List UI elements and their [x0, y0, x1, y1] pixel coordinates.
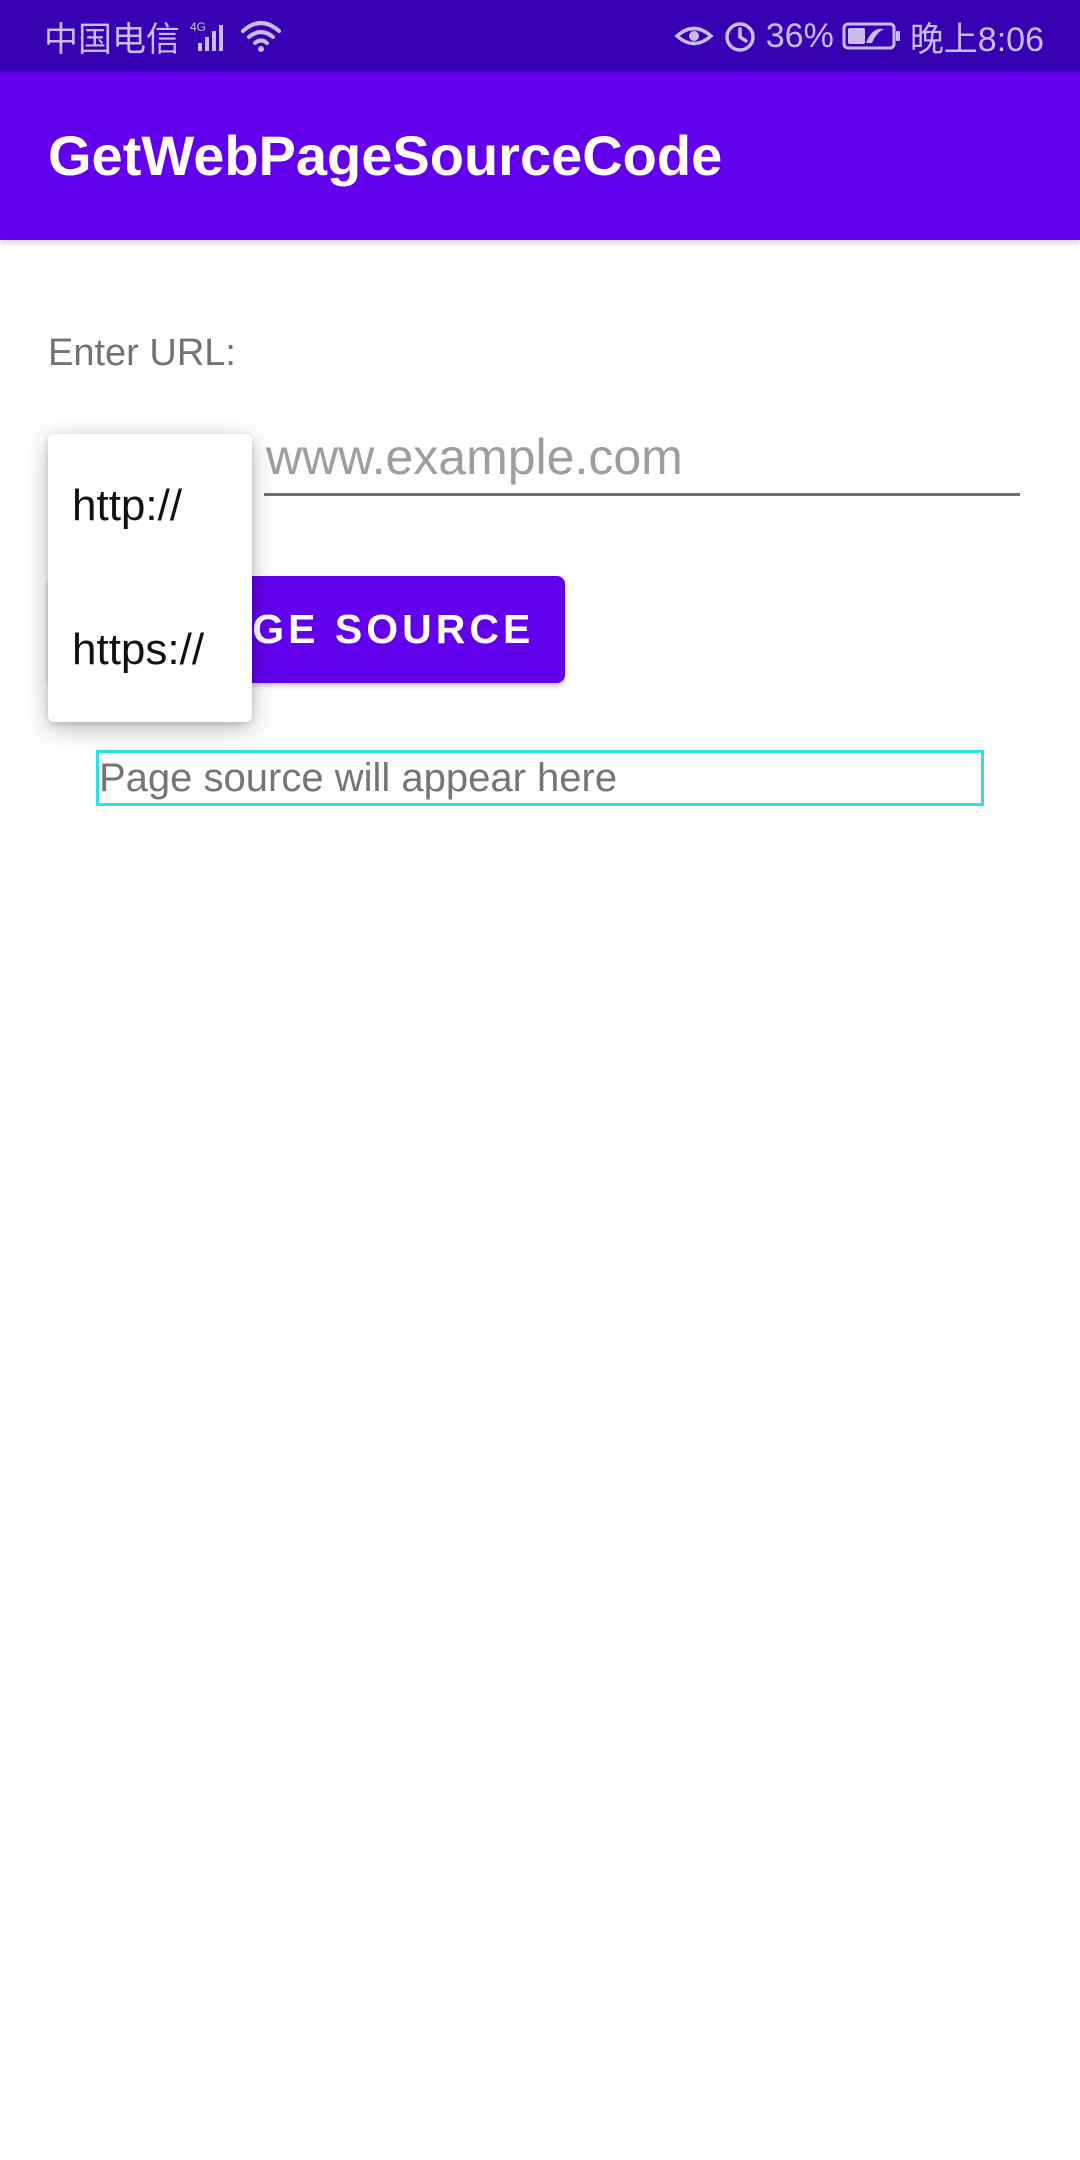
alarm-icon: [722, 18, 758, 54]
network-type: 4G: [190, 20, 206, 34]
battery-icon: [842, 21, 902, 51]
protocol-option-https[interactable]: https://: [48, 578, 252, 722]
eye-icon: [674, 19, 714, 53]
battery-percent: 36%: [765, 16, 834, 55]
protocol-dropdown-menu: http:// https://: [48, 434, 252, 722]
app-title: GetWebPageSourceCode: [48, 124, 723, 187]
clock-time: 晚上8:06: [909, 20, 1044, 59]
protocol-option-http[interactable]: http://: [48, 434, 252, 578]
status-right: 36% 晚上8:06: [674, 0, 1044, 72]
status-left: 中国电信 4G: [44, 0, 282, 72]
url-input[interactable]: [264, 420, 1020, 496]
url-label: Enter URL:: [48, 332, 236, 374]
status-bar: 中国电信 4G 36% 晚上8:06: [0, 0, 1080, 72]
signal-icon: 4G: [190, 19, 230, 53]
wifi-icon: [240, 19, 282, 53]
app-bar: GetWebPageSourceCode: [0, 72, 1080, 240]
page-source-output: Page source will appear here: [96, 750, 984, 806]
carrier-name: 中国电信: [44, 20, 180, 59]
